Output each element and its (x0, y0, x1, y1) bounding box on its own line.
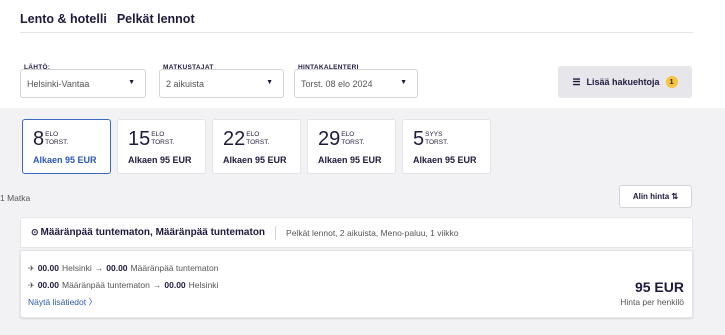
date-card-0[interactable]: 8 ELO TORST. Alkaen 95 EUR (22, 119, 111, 174)
date-from-price: Alkaen 95 EUR (223, 155, 287, 165)
return-leg: ✈ 00.00 Määränpää tuntematon → 00.00 Hel… (28, 280, 218, 290)
date-weekday: TORST. (341, 138, 365, 146)
date-from-price: Alkaen 95 EUR (413, 155, 477, 165)
travelers-value: 2 aikuista (166, 79, 205, 89)
return-dep-place: Määränpää tuntematon (61, 280, 150, 290)
results-count: 1 Matka (0, 193, 31, 203)
arrow-right-icon: → (94, 263, 104, 273)
date-from-price: Alkaen 95 EUR (33, 155, 97, 165)
outbound-arr-time: 00.00 (106, 263, 128, 273)
chevron-down-icon: ▼ (266, 79, 273, 86)
date-day: 15 (128, 128, 151, 150)
date-month: ELO (45, 131, 59, 138)
outbound-leg: ✈ 00.00 Helsinki → 00.00 Määränpää tunte… (28, 263, 218, 273)
destination-title: Määränpää tuntematon, Määränpää tuntemat… (40, 227, 266, 238)
date-month: ELO (341, 131, 355, 138)
destination-summary: Pelkät lennot, 2 aikuista, Meno-paluu, 1… (286, 227, 459, 238)
calendar-value: Torst. 08 elo 2024 (301, 79, 373, 89)
price-calendar-strip: 8 ELO TORST. Alkaen 95 EUR 15 ELO TORST. Alk… (22, 119, 491, 174)
calendar-select[interactable]: Torst. 08 elo 2024 ▼ (294, 69, 418, 98)
date-day: 5 (413, 128, 425, 150)
date-day: 8 (33, 128, 45, 150)
departure-value: Helsinki-Vantaa (27, 79, 90, 89)
product-tabs: Lento & hotelli Pelkät lennot (20, 12, 195, 26)
more-filters-button[interactable]: ☰ Lisää hakuehtoja 1 (558, 66, 692, 98)
search-header: Lento & hotelli Pelkät lennot LÄHTÖ: Hel… (0, 0, 725, 108)
date-month: ELO (246, 131, 260, 138)
chevron-down-icon: ▼ (400, 79, 407, 86)
plane-icon: ✈ (28, 263, 35, 273)
tab-flight-hotel[interactable]: Lento & hotelli (20, 12, 107, 26)
date-month: SYYS (425, 131, 443, 138)
flight-result-card[interactable]: ✈ 00.00 Helsinki → 00.00 Määränpää tunte… (20, 250, 693, 318)
destination-title-wrap: ⊙ Määränpää tuntematon, Määränpää tuntem… (31, 227, 265, 238)
show-details-link[interactable]: Näytä lisätiedot 〉 (28, 296, 97, 308)
more-filters-label: Lisää hakuehtoja (586, 77, 660, 87)
arrow-right-icon: → (152, 280, 162, 290)
date-weekday: TORST. (246, 138, 270, 146)
date-from-price: Alkaen 95 EUR (128, 155, 192, 165)
filters-count-badge: 1 (665, 76, 678, 88)
date-weekday: TORST. (425, 138, 449, 146)
date-card-3[interactable]: 29 ELO TORST. Alkaen 95 EUR (307, 119, 396, 174)
sort-lowest-price-button[interactable]: Alin hinta ⇅ (619, 185, 692, 208)
travelers-select[interactable]: 2 aikuista ▼ (159, 69, 284, 98)
filters-icon: ☰ (572, 76, 581, 87)
date-weekday: TORST. (45, 138, 69, 146)
date-from-price: Alkaen 95 EUR (318, 155, 382, 165)
price-per-person: Hinta per henkilö (620, 297, 684, 307)
location-pin-icon: ⊙ (31, 227, 39, 237)
date-weekday: TORST. (151, 138, 175, 146)
outbound-dep-time: 00.00 (37, 263, 59, 273)
chevron-down-icon: ▼ (128, 79, 135, 86)
tabs-divider (20, 32, 693, 33)
divider (275, 225, 277, 240)
date-card-1[interactable]: 15 ELO TORST. Alkaen 95 EUR (117, 119, 206, 174)
destination-header: ⊙ Määränpää tuntematon, Määränpää tuntem… (20, 217, 693, 248)
date-day: 29 (318, 128, 341, 150)
departure-select[interactable]: Helsinki-Vantaa ▼ (20, 69, 146, 98)
return-arr-time: 00.00 (164, 280, 186, 290)
date-day: 22 (223, 128, 246, 150)
date-month: ELO (151, 131, 165, 138)
outbound-dep-place: Helsinki (61, 263, 92, 273)
price: 95 EUR (634, 279, 684, 295)
show-details-label: Näytä lisätiedot (28, 297, 87, 307)
date-card-2[interactable]: 22 ELO TORST. Alkaen 95 EUR (212, 119, 301, 174)
date-card-4[interactable]: 5 SYYS TORST. Alkaen 95 EUR (402, 119, 491, 174)
return-arr-place: Helsinki (188, 280, 219, 290)
outbound-arr-place: Määränpää tuntematon (130, 263, 219, 273)
chevron-right-icon: 〉 (88, 297, 98, 307)
tab-flights-only[interactable]: Pelkät lennot (117, 12, 195, 26)
return-dep-time: 00.00 (37, 280, 59, 290)
plane-icon: ✈ (28, 280, 35, 290)
